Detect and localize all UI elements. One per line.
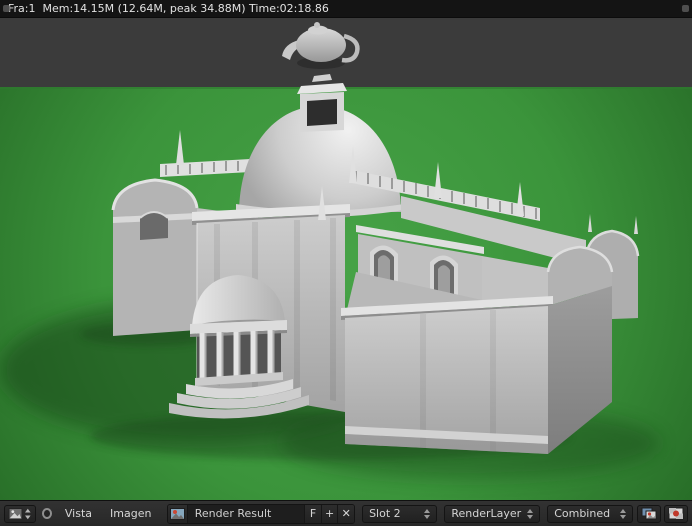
menu-view[interactable]: Vista [58,505,99,523]
menu-image[interactable]: Imagen [103,505,158,523]
photo-icon [668,507,684,520]
region-corner-widget[interactable] [682,5,689,12]
header-right-icons [637,505,688,523]
image-editor-icon [8,507,32,521]
slot-select-label: Slot 2 [369,507,418,520]
image-datablock: Render Result F + ✕ [167,504,355,524]
render-pass-select[interactable]: Combined [547,505,633,523]
blender-image-editor-window: Fra:1 Mem:14.15M (12.64M, peak 34.88M) T… [0,0,692,526]
render-layer-select[interactable]: RenderLayer [444,505,540,523]
region-corner-widget[interactable] [3,5,10,12]
render-layer-label: RenderLayer [451,507,521,520]
horizon-line [0,87,692,89]
fake-user-button[interactable]: F [304,505,321,523]
render-viewport[interactable] [0,18,692,500]
image-icon-button[interactable] [664,505,688,523]
chevron-updown-icon [620,509,626,519]
image-thumbnail-icon [170,508,185,520]
render-stats-text: Fra:1 Mem:14.15M (12.64M, peak 34.88M) T… [8,2,329,15]
chevron-updown-icon [527,509,533,519]
render-pass-label: Combined [554,507,614,520]
layers-icon-button[interactable] [637,505,661,523]
image-name-field[interactable]: Render Result [188,505,304,523]
rendered-scene [0,18,692,500]
new-image-button[interactable]: + [321,505,338,523]
browse-image-button[interactable] [168,505,187,523]
slot-select[interactable]: Slot 2 [362,505,437,523]
chevron-updown-icon [424,509,430,519]
render-stats-bar: Fra:1 Mem:14.15M (12.64M, peak 34.88M) T… [0,0,692,18]
circle-icon[interactable] [42,508,52,519]
unlink-image-button[interactable]: ✕ [337,505,354,523]
editor-type-selector[interactable] [4,505,36,523]
image-editor-header: Vista Imagen Render Result F + ✕ Slot 2 … [0,500,692,526]
layers-icon [641,507,657,520]
